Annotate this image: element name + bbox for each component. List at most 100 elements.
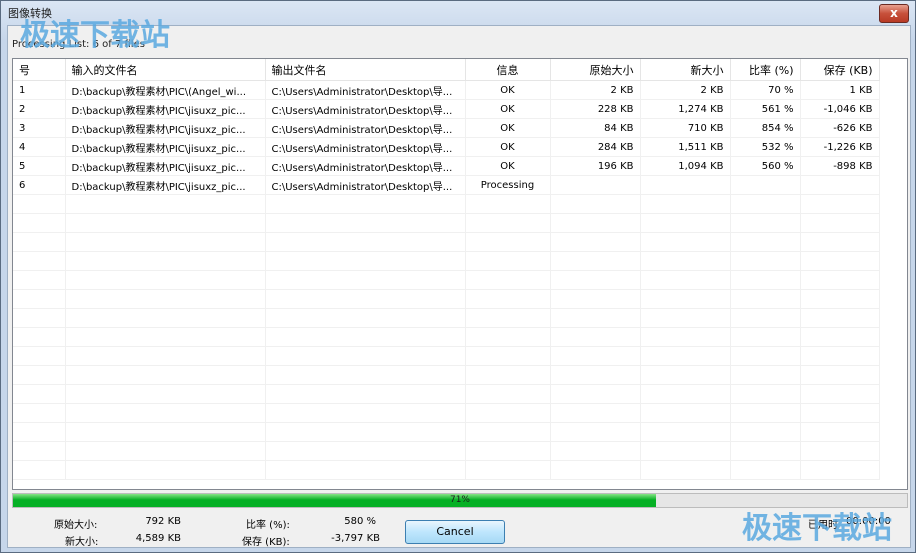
empty-cell [465,460,551,480]
empty-cell [640,251,731,271]
cell-input-file: D:\backup\教程素材\PIC\jisuxz_pic... [65,156,266,176]
cancel-button[interactable]: Cancel [405,520,505,544]
empty-cell [730,289,801,309]
cell-input-file: D:\backup\教程素材\PIC\jisuxz_pic... [65,175,266,195]
table-row[interactable]: 4 D:\backup\教程素材\PIC\jisuxz_pic... C:\User… [13,137,880,157]
empty-cell [550,403,641,423]
empty-cell [730,346,801,366]
empty-cell [465,384,551,404]
empty-cell [265,251,466,271]
empty-cell [465,346,551,366]
cell-input-file: D:\backup\教程素材\PIC\(Angel_wi... [65,80,266,100]
empty-cell [65,346,266,366]
empty-cell [13,422,66,442]
empty-row [13,403,880,423]
cell-new-size [640,175,731,195]
empty-cell [465,289,551,309]
empty-cell [13,460,66,480]
table-row[interactable]: 6 D:\backup\教程素材\PIC\jisuxz_pic... C:\User… [13,175,880,195]
empty-cell [550,384,641,404]
table-row[interactable]: 1 D:\backup\教程素材\PIC\(Angel_wi... C:\Users… [13,80,880,100]
col-header-output[interactable]: 输出文件名 [265,59,466,81]
cell-index: 5 [13,156,66,176]
empty-cell [13,213,66,233]
cell-output-file: C:\Users\Administrator\Desktop\导... [265,175,466,195]
cell-orig-size [550,175,641,195]
empty-cell [640,422,731,442]
cell-info: OK [465,118,551,138]
empty-cell [65,194,266,214]
empty-cell [65,384,266,404]
empty-cell [640,384,731,404]
saved-value: -3,797 KB [331,533,380,544]
cell-input-file: D:\backup\教程素材\PIC\jisuxz_pic... [65,137,266,157]
cell-ratio: 854 % [730,118,801,138]
empty-row [13,194,880,214]
empty-cell [65,403,266,423]
empty-row [13,365,880,385]
empty-cell [640,403,731,423]
table-row[interactable]: 2 D:\backup\教程素材\PIC\jisuxz_pic... C:\User… [13,99,880,119]
empty-cell [730,232,801,252]
table-row[interactable]: 5 D:\backup\教程素材\PIC\jisuxz_pic... C:\User… [13,156,880,176]
empty-cell [465,308,551,328]
cell-output-file: C:\Users\Administrator\Desktop\导... [265,137,466,157]
empty-cell [13,308,66,328]
orig-size-value: 792 KB [145,516,181,527]
empty-row [13,308,880,328]
empty-cell [550,441,641,461]
empty-cell [13,289,66,309]
close-button[interactable]: x [879,4,909,23]
empty-cell [465,213,551,233]
empty-cell [800,194,880,214]
cell-input-file: D:\backup\教程素材\PIC\jisuxz_pic... [65,118,266,138]
cell-new-size: 1,094 KB [640,156,731,176]
file-list[interactable]: 号 输入的文件名 输出文件名 信息 原始大小 新大小 比率 (%) 保存 (KB… [12,58,908,490]
empty-cell [465,194,551,214]
cell-orig-size: 196 KB [550,156,641,176]
empty-cell [265,327,466,347]
cell-saved: -1,046 KB [800,99,880,119]
empty-cell [800,270,880,290]
table-row[interactable]: 3 D:\backup\教程素材\PIC\jisuxz_pic... C:\User… [13,118,880,138]
empty-cell [800,403,880,423]
orig-size-label: 原始大小: [54,520,98,531]
empty-cell [265,232,466,252]
col-header-input[interactable]: 输入的文件名 [65,59,266,81]
empty-cell [550,365,641,385]
empty-cell [730,213,801,233]
empty-cell [65,289,266,309]
window: 图像转换 x Processing List: 6 of 7 files 号 输… [0,0,916,553]
cell-ratio: 561 % [730,99,801,119]
cell-saved [800,175,880,195]
empty-cell [730,308,801,328]
cell-info: OK [465,156,551,176]
col-header-ratio[interactable]: 比率 (%) [730,59,801,81]
empty-cell [65,422,266,442]
empty-cell [550,308,641,328]
empty-cell [640,194,731,214]
empty-cell [13,365,66,385]
cell-new-size: 1,511 KB [640,137,731,157]
empty-cell [550,289,641,309]
cell-output-file: C:\Users\Administrator\Desktop\导... [265,99,466,119]
cell-output-file: C:\Users\Administrator\Desktop\导... [265,80,466,100]
empty-cell [265,403,466,423]
col-header-saved[interactable]: 保存 (KB) [800,59,880,81]
col-header-new-size[interactable]: 新大小 [640,59,731,81]
empty-cell [800,422,880,442]
col-header-info[interactable]: 信息 [465,59,551,81]
cell-ratio: 532 % [730,137,801,157]
empty-cell [65,251,266,271]
cell-index: 2 [13,99,66,119]
empty-cell [730,194,801,214]
empty-cell [65,213,266,233]
empty-cell [640,232,731,252]
empty-cell [730,365,801,385]
col-header-index[interactable]: 号 [13,59,66,81]
ratio-value: 580 % [344,516,376,527]
col-header-orig-size[interactable]: 原始大小 [550,59,641,81]
empty-cell [640,289,731,309]
cell-ratio: 560 % [730,156,801,176]
empty-cell [800,441,880,461]
